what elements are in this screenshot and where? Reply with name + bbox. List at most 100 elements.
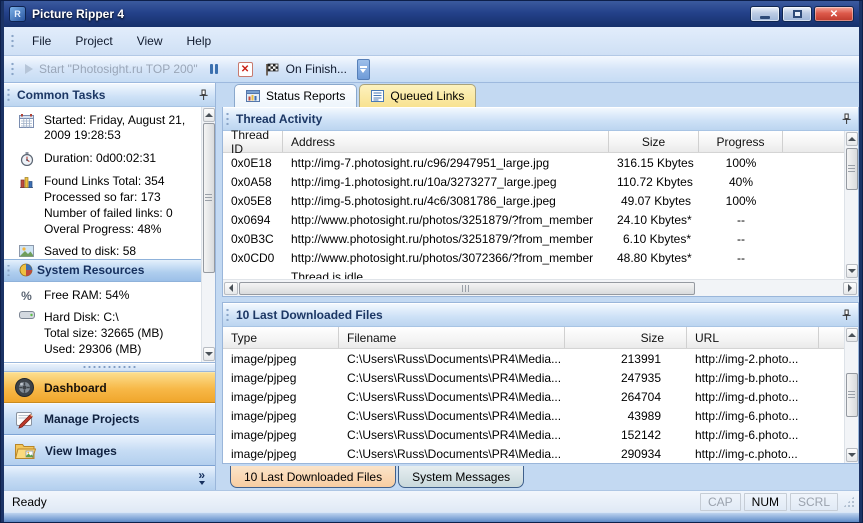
table-cell: http://www.photosight.ru/photos/3251879/…	[291, 231, 594, 246]
table-cell: http://img-b.photo...	[695, 370, 799, 385]
on-finish-button[interactable]: On Finish...	[259, 60, 353, 78]
pause-button[interactable]	[204, 62, 224, 76]
scroll-left-button[interactable]	[224, 281, 238, 295]
table-row[interactable]: image/pjpeg C:\Users\Russ\Documents\PR4\M…	[223, 425, 858, 444]
stop-button[interactable]: ✕	[232, 60, 259, 79]
files-table-scrollbar[interactable]	[844, 327, 858, 463]
thread-activity-title: Thread Activity	[236, 112, 323, 126]
scroll-up-button[interactable]	[845, 328, 858, 342]
tab-status-reports[interactable]: Status Reports	[234, 84, 358, 107]
menu-help[interactable]: Help	[176, 31, 223, 51]
scroll-right-button[interactable]	[843, 281, 857, 295]
drag-grip-icon[interactable]	[225, 309, 230, 321]
table-row[interactable]: image/pjpeg C:\Users\Russ\Documents\PR4\M…	[223, 368, 858, 387]
system-resources-header[interactable]: System Resources	[4, 258, 201, 282]
toolbar-overflow-button[interactable]	[356, 58, 370, 80]
scroll-down-button[interactable]	[202, 346, 215, 361]
table-row[interactable]: 0x0E18 http://img-7.photosight.ru/c96/294…	[223, 153, 858, 172]
table-cell: 100%	[725, 155, 757, 170]
close-button[interactable]: ✕	[814, 6, 854, 22]
table-cell: image/pjpeg	[231, 351, 297, 366]
pin-button[interactable]	[198, 89, 209, 101]
table-cell: 43989	[627, 408, 661, 423]
maximize-button[interactable]	[782, 6, 812, 22]
table-cell: C:\Users\Russ\Documents\PR4\Media...	[347, 389, 562, 404]
scroll-down-button[interactable]	[845, 448, 858, 462]
table-cell: http://www.photosight.ru/photos/3251879/…	[291, 212, 594, 227]
pause-icon	[209, 64, 218, 74]
table-row[interactable]: Thread is idle	[223, 267, 858, 280]
scrollbar-thumb[interactable]	[202, 122, 215, 273]
table-row[interactable]: image/pjpeg C:\Users\Russ\Documents\PR4\M…	[223, 387, 858, 406]
table-cell: C:\Users\Russ\Documents\PR4\Media...	[347, 446, 562, 461]
table-cell: http://img-c.photo...	[695, 446, 798, 461]
minimize-button[interactable]	[750, 6, 780, 22]
triangle-left-icon	[229, 284, 233, 292]
sidebar-scrollbar[interactable]	[201, 106, 215, 362]
content-area: Common Tasks Started: Friday, August 21,…	[4, 83, 859, 490]
column-header[interactable]: URL	[687, 327, 819, 348]
nav-manage-projects[interactable]: Manage Projects	[4, 403, 215, 435]
column-header[interactable]: Thread ID	[223, 128, 283, 156]
menu-file[interactable]: File	[21, 31, 62, 51]
num-lock-indicator: NUM	[743, 492, 787, 511]
table-row[interactable]: 0x0CD0 http://www.photosight.ru/photos/30…	[223, 248, 858, 267]
drag-grip-icon[interactable]	[225, 113, 230, 125]
menu-project[interactable]: Project	[64, 31, 123, 51]
hard-disk-icon	[18, 310, 35, 320]
table-cell: http://img-d.photo...	[695, 389, 799, 404]
thread-table-hscrollbar[interactable]	[223, 279, 858, 296]
on-finish-label: On Finish...	[285, 62, 347, 76]
scrollbar-thumb[interactable]	[845, 148, 858, 190]
drag-grip-icon[interactable]	[10, 61, 15, 77]
thread-table-scrollbar[interactable]	[844, 131, 858, 279]
scrollbar-thumb[interactable]	[239, 281, 695, 295]
drag-grip-icon[interactable]	[6, 89, 11, 101]
scrollbar-thumb[interactable]	[845, 373, 858, 417]
table-cell: image/pjpeg	[231, 389, 297, 404]
column-header[interactable]: Size	[565, 327, 687, 348]
table-row[interactable]: 0x0694 http://www.photosight.ru/photos/32…	[223, 210, 858, 229]
tab-queued-links[interactable]: Queued Links	[359, 84, 477, 107]
chevron-down-icon	[360, 68, 367, 73]
maximize-icon	[792, 10, 802, 18]
sidebar-splitter[interactable]	[4, 362, 215, 372]
table-cell: 213991	[620, 351, 661, 366]
table-row[interactable]: 0x0B3C http://www.photosight.ru/photos/32…	[223, 229, 858, 248]
scroll-down-button[interactable]	[845, 264, 858, 278]
tab-bottom-downloaded-files[interactable]: 10 Last Downloaded Files	[230, 466, 397, 488]
status-bar: Ready CAP NUM SCRL	[4, 490, 859, 512]
stat-free-ram: % Free RAM: 54%	[6, 288, 199, 304]
pin-icon	[842, 309, 851, 320]
scroll-up-button[interactable]	[202, 107, 215, 122]
column-header[interactable]: Progress	[699, 131, 783, 152]
column-header[interactable]: Address	[283, 131, 609, 152]
nav-view-images[interactable]: View Images	[4, 434, 215, 467]
drag-grip-icon[interactable]	[10, 32, 15, 50]
table-row[interactable]: image/pjpeg C:\Users\Russ\Documents\PR4\M…	[223, 349, 858, 368]
nav-dashboard[interactable]: Dashboard	[4, 371, 215, 404]
nav-more-buttons[interactable]: »	[4, 466, 215, 490]
table-row[interactable]: image/pjpeg C:\Users\Russ\Documents\PR4\M…	[223, 444, 858, 463]
column-header[interactable]: Type	[223, 327, 339, 348]
start-button[interactable]: Start "Photosight.ru TOP 200"	[19, 60, 204, 78]
table-row[interactable]: 0x0A58 http://img-1.photosight.ru/10a/327…	[223, 172, 858, 191]
pin-button[interactable]	[841, 309, 852, 321]
common-tasks-header: Common Tasks	[4, 83, 215, 107]
column-header[interactable]: Filename	[339, 327, 565, 348]
pin-button[interactable]	[841, 113, 852, 125]
table-row[interactable]: 0x05E8 http://img-5.photosight.ru/4c6/308…	[223, 191, 858, 210]
table-row[interactable]: image/pjpeg C:\Users\Russ\Documents\PR4\M…	[223, 406, 858, 425]
triangle-up-icon	[204, 112, 213, 117]
tab-bottom-system-messages[interactable]: System Messages	[398, 466, 525, 488]
resize-grip-icon[interactable]	[843, 495, 855, 508]
menu-view[interactable]: View	[126, 31, 174, 51]
table-cell: 247935	[620, 370, 661, 385]
dashboard-gear-icon	[15, 378, 34, 398]
table-cell: 0x0B3C	[231, 231, 274, 246]
bottom-tab-strip: 10 Last Downloaded Files System Messages	[222, 466, 859, 490]
scroll-up-button[interactable]	[845, 132, 858, 146]
table-cell: C:\Users\Russ\Documents\PR4\Media...	[347, 408, 562, 423]
column-header[interactable]: Size	[609, 131, 699, 152]
table-cell: 0x05E8	[231, 193, 272, 208]
